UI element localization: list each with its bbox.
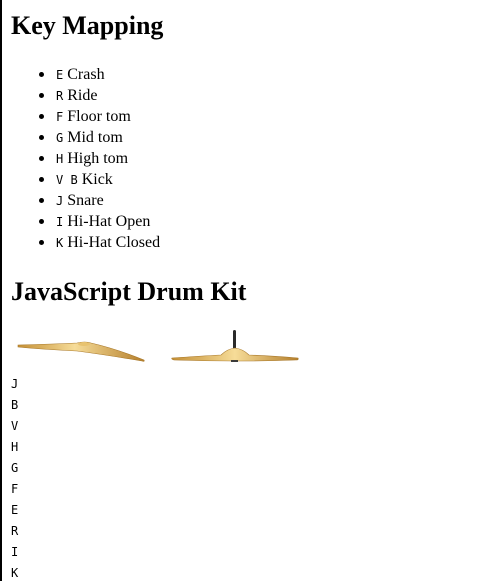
mapping-item-ride: R Ride: [38, 85, 160, 106]
mapping-item-floor-tom: F Floor tom: [38, 106, 160, 127]
ride-cymbal-icon[interactable]: [171, 327, 301, 369]
mapping-label: Hi-Hat Open: [67, 213, 151, 230]
drum-key-j[interactable]: J: [11, 374, 18, 395]
drum-key-g[interactable]: G: [11, 458, 18, 479]
mapping-key: J: [56, 194, 64, 208]
mapping-item-mid-tom: G Mid tom: [38, 127, 160, 148]
mapping-label: Kick: [81, 171, 113, 188]
drum-key-elements: J B V H G F E R I K: [11, 374, 18, 584]
drum-key-r[interactable]: R: [11, 521, 18, 542]
mapping-key: F: [56, 110, 64, 124]
drum-key-i[interactable]: I: [11, 542, 18, 563]
mapping-item-kick: V B Kick: [38, 169, 160, 190]
mapping-label: High tom: [67, 150, 129, 167]
mapping-item-snare: J Snare: [38, 190, 160, 211]
mapping-key: R: [56, 89, 64, 103]
drum-kit-title: JavaScript Drum Kit: [11, 277, 247, 306]
mapping-key: E: [56, 68, 64, 82]
drum-key-h[interactable]: H: [11, 437, 18, 458]
mapping-item-hihat-open: I Hi-Hat Open: [38, 211, 160, 232]
mapping-key: G: [56, 131, 64, 145]
mapping-label: Ride: [67, 87, 98, 104]
mapping-label: Snare: [67, 192, 104, 209]
drum-key-b[interactable]: B: [11, 395, 18, 416]
mapping-label: Crash: [67, 66, 105, 83]
mapping-label: Mid tom: [67, 129, 123, 146]
crash-cymbal-icon[interactable]: [17, 327, 151, 369]
mapping-item-crash: E Crash: [38, 64, 160, 85]
drum-key-e[interactable]: E: [11, 500, 18, 521]
mapping-label: Floor tom: [67, 108, 131, 125]
drum-key-f[interactable]: F: [11, 479, 18, 500]
mapping-key: I: [56, 215, 64, 229]
mapping-key: V B: [56, 173, 78, 187]
mapping-item-high-tom: H High tom: [38, 148, 160, 169]
mapping-key: K: [56, 236, 64, 250]
key-mapping-list: E Crash R Ride F Floor tom G Mid tom H H…: [11, 64, 160, 253]
mapping-key: H: [56, 152, 64, 166]
page-left-border: [0, 0, 2, 581]
mapping-item-hihat-closed: K Hi-Hat Closed: [38, 232, 161, 253]
key-mapping-title: Key Mapping: [11, 11, 164, 40]
drum-key-v[interactable]: V: [11, 416, 18, 437]
drum-kit-stage: [11, 327, 491, 369]
mapping-label: Hi-Hat Closed: [67, 234, 161, 251]
